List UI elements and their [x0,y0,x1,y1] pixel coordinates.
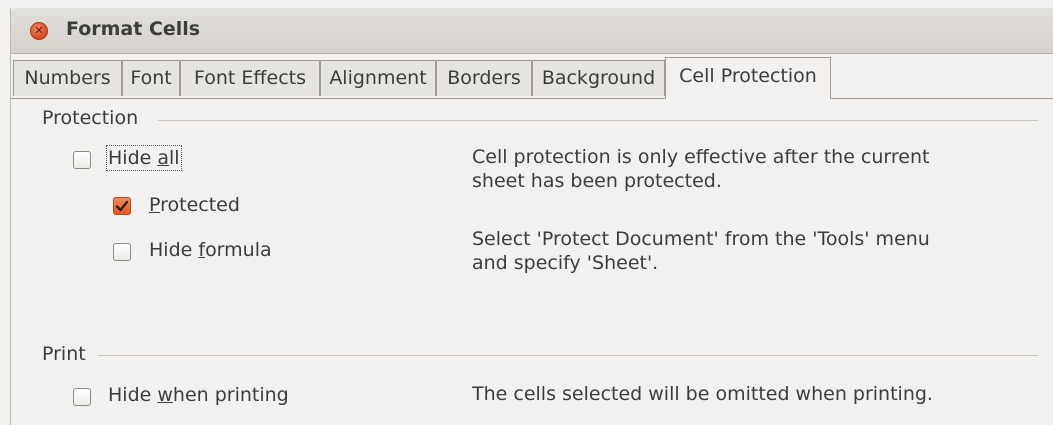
protection-separator [158,120,1038,121]
checkmark-icon [115,200,129,212]
protected-label[interactable]: Protected [149,194,240,216]
close-icon[interactable]: ✕ [30,22,48,40]
tab-background[interactable]: Background [532,60,665,96]
tab-borders[interactable]: Borders [436,60,532,96]
protection-section-title: Protection [42,107,139,129]
tab-bar: Numbers Font Font Effects Alignment Bord… [11,54,1053,99]
protection-instructions-text: Select 'Protect Document' from the 'Tool… [472,227,930,275]
info-line: Select 'Protect Document' from the 'Tool… [472,228,930,250]
window-title: Format Cells [66,18,201,40]
hide-when-printing-checkbox[interactable] [73,388,91,406]
tab-cell-protection[interactable]: Cell Protection [665,57,831,99]
hide-when-printing-label[interactable]: Hide when printing [108,384,289,406]
tab-numbers[interactable]: Numbers [13,60,122,96]
protected-checkbox[interactable] [113,197,131,215]
hide-formula-label[interactable]: Hide formula [149,239,272,261]
print-info-text: The cells selected will be omitted when … [472,383,933,405]
print-separator [98,355,1038,356]
tab-font-effects[interactable]: Font Effects [180,60,320,96]
print-section-title: Print [42,343,86,365]
hide-all-checkbox[interactable] [73,151,91,169]
tab-alignment[interactable]: Alignment [320,60,436,96]
info-line: Cell protection is only effective after … [472,146,930,168]
format-cells-dialog: ✕ Format Cells Numbers Font Font Effects… [10,8,1053,425]
protection-info-text: Cell protection is only effective after … [472,145,929,193]
tab-font[interactable]: Font [122,60,180,96]
hide-formula-checkbox[interactable] [113,243,131,261]
hide-all-label[interactable]: Hide all [106,145,182,171]
info-line: and specify 'Sheet'. [472,252,659,274]
title-bar: ✕ Format Cells [11,8,1053,54]
info-line: sheet has been protected. [472,170,722,192]
